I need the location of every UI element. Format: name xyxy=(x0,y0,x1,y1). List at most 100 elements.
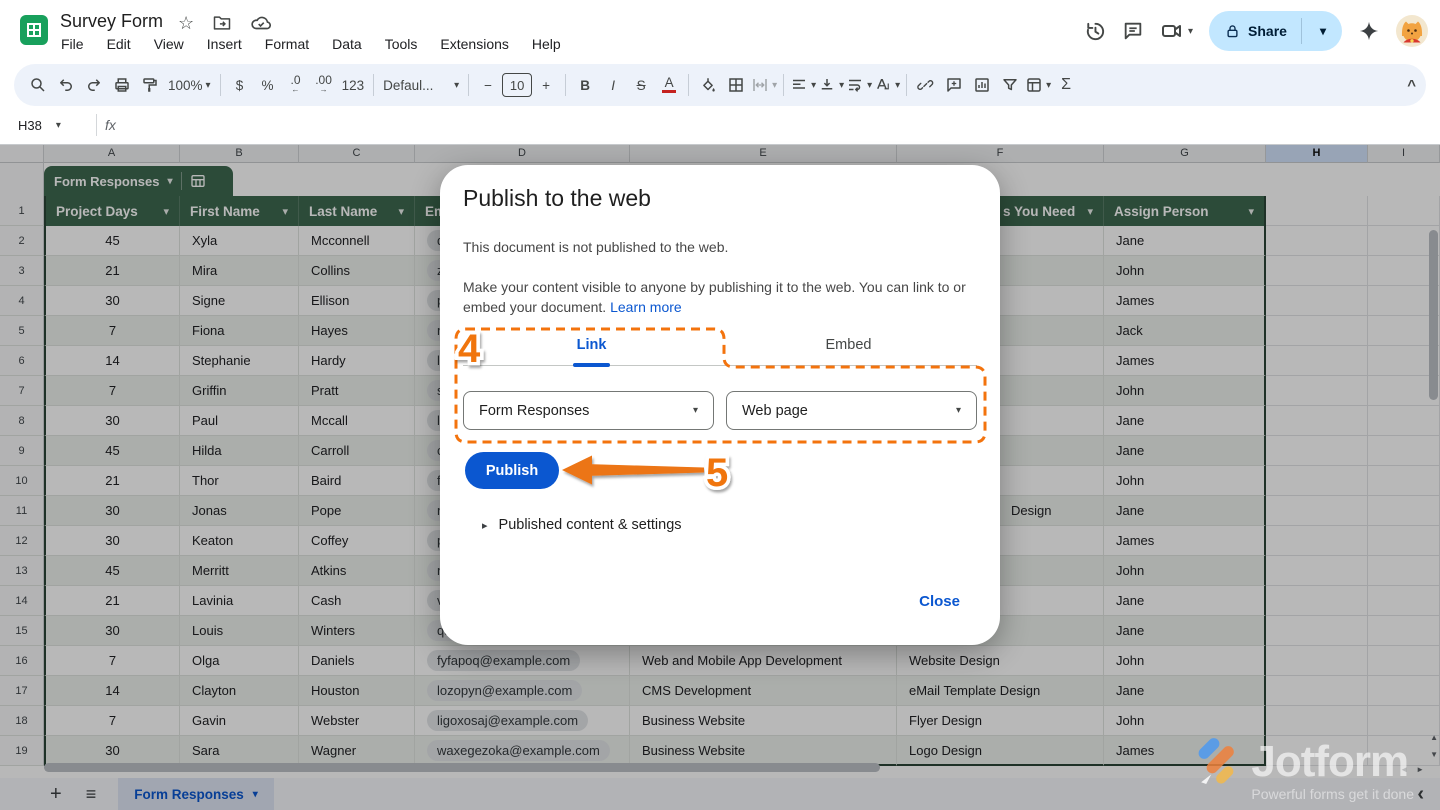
share-button[interactable]: Share ▾ xyxy=(1209,11,1342,51)
version-history-icon[interactable] xyxy=(1083,20,1106,43)
comment-history-icon[interactable] xyxy=(1122,20,1144,42)
cell-project-days[interactable]: 21 xyxy=(44,586,180,616)
header-cell-first-name[interactable]: First Name▾ xyxy=(180,196,299,226)
format-currency-button[interactable]: $ xyxy=(226,71,254,99)
cell-project-days[interactable]: 30 xyxy=(44,526,180,556)
cell[interactable] xyxy=(1266,346,1368,376)
cell-project-days[interactable]: 30 xyxy=(44,616,180,646)
close-button[interactable]: Close xyxy=(919,593,960,610)
cell[interactable] xyxy=(1266,676,1368,706)
cell-first-name[interactable]: Thor xyxy=(180,466,299,496)
cell-last-name[interactable]: Hardy xyxy=(299,346,415,376)
cell-assign-person[interactable]: John xyxy=(1104,706,1266,736)
text-rotation-button[interactable]: ▾ xyxy=(873,71,901,99)
publish-button[interactable]: Publish xyxy=(465,452,559,489)
add-sheet-button[interactable]: + xyxy=(50,783,62,806)
row-header[interactable]: 16 xyxy=(0,646,44,676)
column-header-H[interactable]: H xyxy=(1266,145,1368,163)
text-color-button[interactable]: A xyxy=(655,71,683,99)
cell-design[interactable]: Website Design xyxy=(897,646,1104,676)
cell-assign-person[interactable]: Jane xyxy=(1104,496,1266,526)
menu-edit[interactable]: Edit xyxy=(107,36,131,52)
decrease-decimal-button[interactable]: .0← xyxy=(282,71,310,99)
cell-last-name[interactable]: Ellison xyxy=(299,286,415,316)
collapse-toolbar-button[interactable]: ^ xyxy=(1407,77,1416,94)
decrease-font-size-button[interactable]: − xyxy=(474,71,502,99)
cell-assign-person[interactable]: James xyxy=(1104,286,1266,316)
cell-first-name[interactable]: Paul xyxy=(180,406,299,436)
italic-button[interactable]: I xyxy=(599,71,627,99)
cell[interactable] xyxy=(1266,256,1368,286)
cell[interactable] xyxy=(1266,556,1368,586)
cell[interactable] xyxy=(1266,526,1368,556)
menu-view[interactable]: View xyxy=(154,36,184,52)
menu-extensions[interactable]: Extensions xyxy=(440,36,508,52)
cell-last-name[interactable]: Mcconnell xyxy=(299,226,415,256)
cell-email[interactable]: ligoxosaj@example.com xyxy=(415,706,630,736)
cell-email[interactable]: lozopyn@example.com xyxy=(415,676,630,706)
merge-cells-button[interactable]: ▾ xyxy=(750,71,778,99)
row-header[interactable]: 4 xyxy=(0,286,44,316)
cell-service[interactable]: Web and Mobile App Development xyxy=(630,646,897,676)
row-header[interactable]: 8 xyxy=(0,406,44,436)
cell-first-name[interactable]: Sara xyxy=(180,736,299,766)
cell-email[interactable]: fyfapoq@example.com xyxy=(415,646,630,676)
cell-last-name[interactable]: Hayes xyxy=(299,316,415,346)
row-header[interactable]: 17 xyxy=(0,676,44,706)
cell[interactable] xyxy=(1266,376,1368,406)
cell-last-name[interactable]: Collins xyxy=(299,256,415,286)
row-header[interactable]: 11 xyxy=(0,496,44,526)
cell-last-name[interactable]: Mccall xyxy=(299,406,415,436)
tab-link[interactable]: Link xyxy=(463,325,720,365)
row-header[interactable]: 1 xyxy=(0,196,44,226)
sheet-tab-form-responses[interactable]: Form Responses ▾ xyxy=(118,778,274,810)
cell-first-name[interactable]: Lavinia xyxy=(180,586,299,616)
cell-last-name[interactable]: Baird xyxy=(299,466,415,496)
row-header[interactable]: 14 xyxy=(0,586,44,616)
cell-first-name[interactable]: Olga xyxy=(180,646,299,676)
cell-first-name[interactable]: Griffin xyxy=(180,376,299,406)
column-header-I[interactable]: I xyxy=(1368,145,1440,163)
cell-assign-person[interactable]: Jane xyxy=(1104,586,1266,616)
cell-last-name[interactable]: Daniels xyxy=(299,646,415,676)
cell-project-days[interactable]: 30 xyxy=(44,406,180,436)
fill-color-button[interactable] xyxy=(694,71,722,99)
cell-project-days[interactable]: 14 xyxy=(44,676,180,706)
cell-assign-person[interactable]: John xyxy=(1104,646,1266,676)
gemini-sparkle-icon[interactable] xyxy=(1358,20,1380,42)
cell-last-name[interactable]: Wagner xyxy=(299,736,415,766)
cell-assign-person[interactable]: James xyxy=(1104,346,1266,376)
row-header[interactable]: 6 xyxy=(0,346,44,376)
cell-assign-person[interactable]: John xyxy=(1104,466,1266,496)
menu-insert[interactable]: Insert xyxy=(207,36,242,52)
cell-assign-person[interactable]: Jane xyxy=(1104,616,1266,646)
row-header[interactable]: 2 xyxy=(0,226,44,256)
table-icon[interactable] xyxy=(190,173,206,189)
cell[interactable] xyxy=(1368,496,1440,526)
cell[interactable] xyxy=(1266,616,1368,646)
cell[interactable] xyxy=(1368,586,1440,616)
cell[interactable] xyxy=(1266,706,1368,736)
cell-last-name[interactable]: Cash xyxy=(299,586,415,616)
row-header[interactable]: 5 xyxy=(0,316,44,346)
cell[interactable] xyxy=(1368,436,1440,466)
row-header[interactable]: 3 xyxy=(0,256,44,286)
zoom-select[interactable]: 100%▾ xyxy=(164,71,215,99)
cell-assign-person[interactable]: Jack xyxy=(1104,316,1266,346)
cell-project-days[interactable]: 7 xyxy=(44,316,180,346)
meet-button[interactable]: ▾ xyxy=(1160,19,1193,43)
create-filter-button[interactable] xyxy=(996,71,1024,99)
cell[interactable] xyxy=(1368,556,1440,586)
cell-project-days[interactable]: 7 xyxy=(44,646,180,676)
header-cell-project-days[interactable]: Project Days▾ xyxy=(44,196,180,226)
cell-assign-person[interactable]: John xyxy=(1104,256,1266,286)
cell-project-days[interactable]: 7 xyxy=(44,376,180,406)
row-header[interactable]: 15 xyxy=(0,616,44,646)
cell[interactable] xyxy=(1266,586,1368,616)
cell-first-name[interactable]: Gavin xyxy=(180,706,299,736)
paint-format-button[interactable] xyxy=(136,71,164,99)
column-header-B[interactable]: B xyxy=(180,145,299,163)
cell-service[interactable]: Business Website xyxy=(630,736,897,766)
font-size-input[interactable]: 10 xyxy=(502,73,532,97)
cell-project-days[interactable]: 30 xyxy=(44,496,180,526)
